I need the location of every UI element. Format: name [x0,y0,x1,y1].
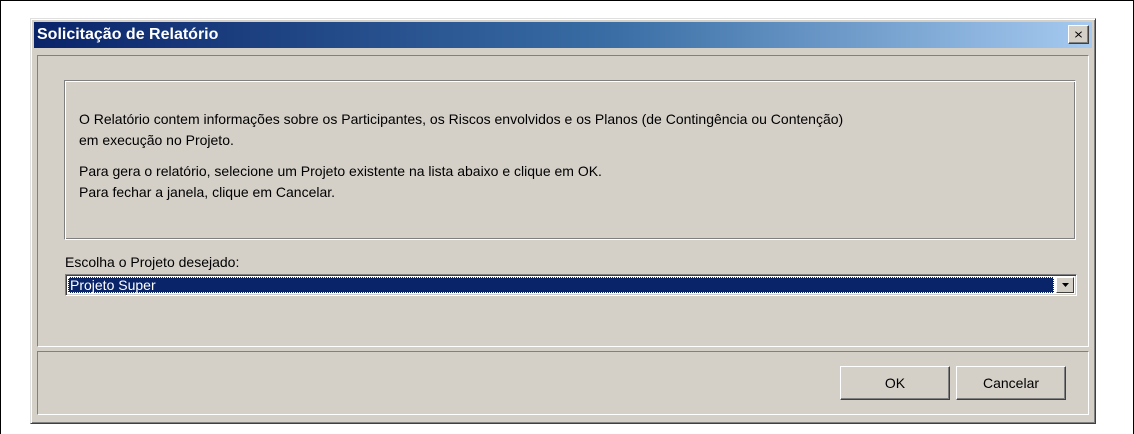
info-line: Para fechar a janela, clique em Cancelar… [79,184,336,200]
info-box: O Relatório contem informações sobre os … [64,80,1076,240]
info-line: Para gera o relatório, selecione um Proj… [79,163,602,179]
project-select-label: Escolha o Projeto desejado: [65,254,240,270]
title-bar[interactable]: Solicitação de Relatório [34,22,1092,48]
content-panel: O Relatório contem informações sobre os … [37,55,1089,347]
button-panel: OK Cancelar [37,351,1089,415]
dialog-window: Solicitação de Relatório O Relatório con… [30,18,1096,424]
info-line: em execução no Projeto. [79,132,234,148]
cancel-button[interactable]: Cancelar [956,366,1066,400]
project-select[interactable]: Projeto Super [65,274,1077,296]
info-paragraph-1: O Relatório contem informações sobre os … [79,109,1061,151]
chevron-down-icon [1061,283,1069,287]
close-icon [1075,31,1082,38]
info-paragraph-2: Para gera o relatório, selecione um Proj… [79,161,1061,203]
dialog-title: Solicitação de Relatório [37,26,219,43]
close-button[interactable] [1068,25,1089,44]
project-select-dropdown-button[interactable] [1056,277,1074,293]
ok-button[interactable]: OK [840,366,950,400]
info-line: O Relatório contem informações sobre os … [79,111,844,127]
project-select-value[interactable]: Projeto Super [68,277,1054,293]
